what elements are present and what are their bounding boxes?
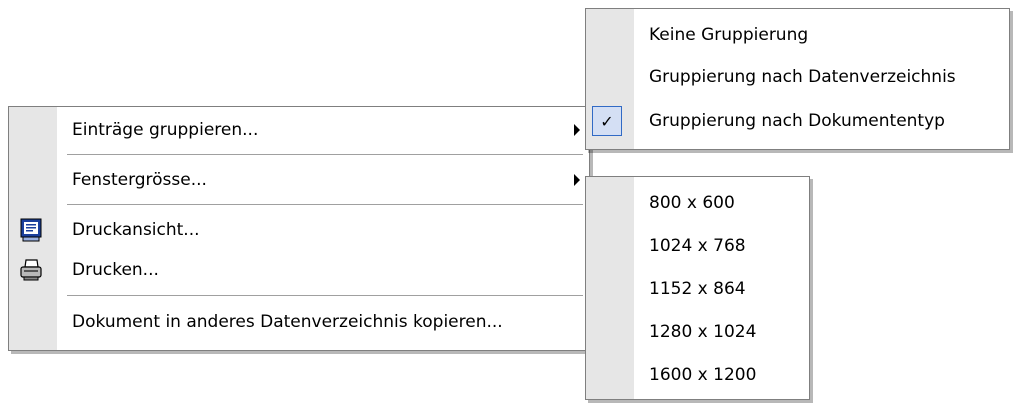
print-preview-icon xyxy=(19,218,43,242)
menu-separator xyxy=(67,295,583,296)
group-submenu: Keine Gruppierung Gruppierung nach Daten… xyxy=(585,8,1010,150)
size-submenu: 800 x 600 1024 x 768 1152 x 864 1280 x 1… xyxy=(585,176,810,400)
menu-item-print-preview[interactable]: Druckansicht... xyxy=(9,210,589,250)
menu-item-label: Dokument in anderes Datenverzeichnis kop… xyxy=(72,312,503,332)
submenu-arrow-icon xyxy=(574,124,580,136)
submenu-item-label: 1152 x 864 xyxy=(649,279,746,299)
submenu-item-label: 1600 x 1200 xyxy=(649,365,757,385)
submenu-item-group-by-doctype[interactable]: ✓ Gruppierung nach Dokumententyp xyxy=(586,101,1009,141)
menu-item-group-entries[interactable]: Einträge gruppieren... xyxy=(9,110,589,150)
submenu-item-label: 1024 x 768 xyxy=(649,236,746,256)
menu-item-label: Einträge gruppieren... xyxy=(72,120,259,140)
submenu-item-group-by-directory[interactable]: Gruppierung nach Datenverzeichnis xyxy=(586,57,1009,97)
submenu-item-size[interactable]: 800 x 600 xyxy=(586,183,809,223)
menu-separator xyxy=(67,154,583,155)
submenu-item-no-grouping[interactable]: Keine Gruppierung xyxy=(586,15,1009,55)
submenu-item-label: Gruppierung nach Datenverzeichnis xyxy=(649,67,956,87)
submenu-item-size[interactable]: 1280 x 1024 xyxy=(586,312,809,352)
menu-item-window-size[interactable]: Fenstergrösse... xyxy=(9,160,589,200)
submenu-item-size[interactable]: 1152 x 864 xyxy=(586,269,809,309)
submenu-item-label: 1280 x 1024 xyxy=(649,322,757,342)
menu-separator xyxy=(67,204,583,205)
menu-item-print[interactable]: Drucken... xyxy=(9,250,589,290)
printer-icon xyxy=(19,258,43,282)
submenu-item-label: Gruppierung nach Dokumententyp xyxy=(649,111,945,131)
submenu-item-size[interactable]: 1024 x 768 xyxy=(586,226,809,266)
submenu-item-size[interactable]: 1600 x 1200 xyxy=(586,355,809,395)
submenu-item-label: 800 x 600 xyxy=(649,193,735,213)
menu-item-label: Drucken... xyxy=(72,260,159,280)
submenu-item-label: Keine Gruppierung xyxy=(649,25,809,45)
menu-item-copy-document[interactable]: Dokument in anderes Datenverzeichnis kop… xyxy=(9,302,589,342)
menu-item-label: Fenstergrösse... xyxy=(72,170,207,190)
context-menu: Einträge gruppieren... Fenstergrösse... … xyxy=(8,106,590,351)
checkmark-icon: ✓ xyxy=(592,106,622,136)
menu-item-label: Druckansicht... xyxy=(72,220,200,240)
submenu-arrow-icon xyxy=(574,174,580,186)
